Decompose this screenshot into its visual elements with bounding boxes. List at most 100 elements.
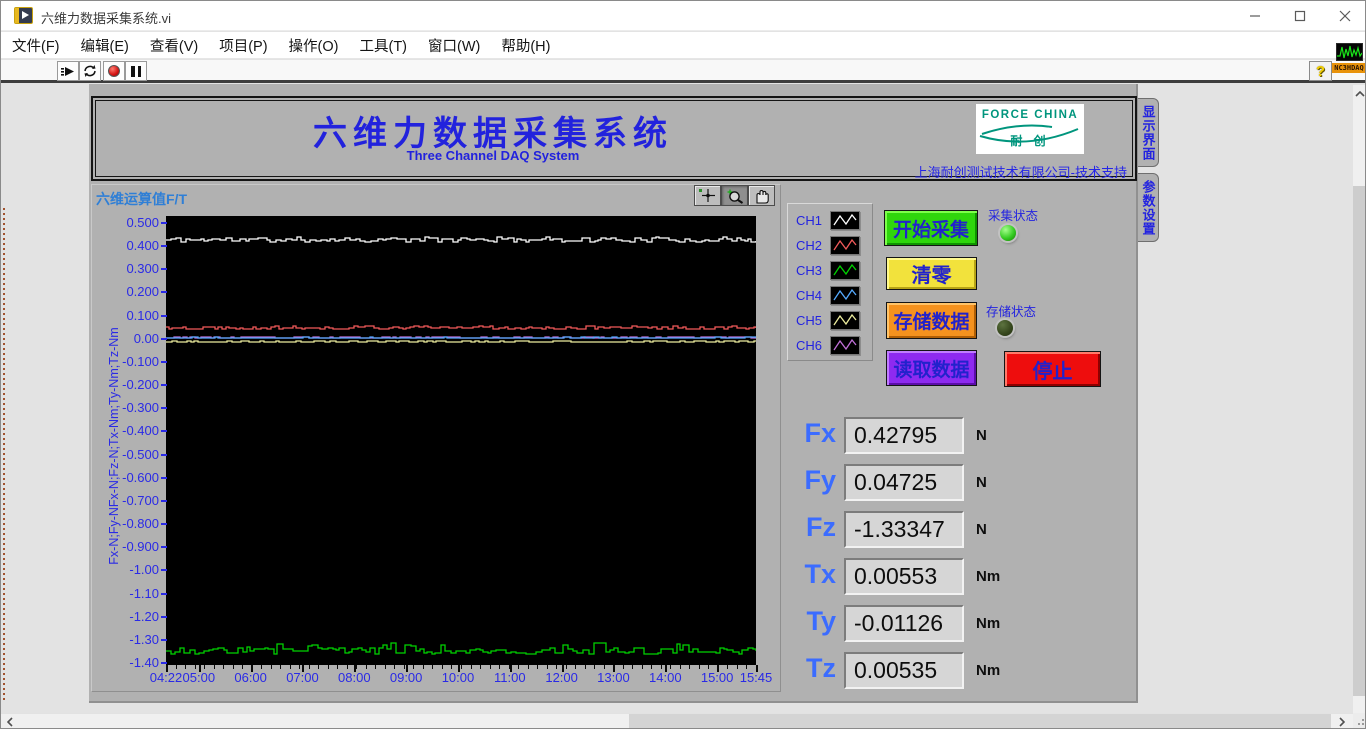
support-text: 上海耐创测试技术有限公司-技术支持 [914, 165, 1127, 180]
x-minor-tick [632, 665, 634, 669]
x-minor-tick [280, 665, 282, 669]
scroll-right-button[interactable] [1331, 714, 1353, 728]
trace-ch2 [166, 325, 756, 330]
chart-title: 六维运算值F/T [96, 191, 187, 207]
tab-display-interface[interactable]: 显示界面 [1138, 98, 1159, 167]
x-minor-tick [556, 665, 558, 669]
window-title: 六维力数据采集系统.vi [41, 11, 172, 26]
menu-project[interactable]: 项目(P) [219, 35, 267, 56]
tx-value[interactable]: 0.00553 [844, 558, 964, 595]
fy-value[interactable]: 0.04725 [844, 464, 964, 501]
abort-icon [108, 65, 120, 77]
legend-item-ch5[interactable]: CH5 [796, 308, 872, 333]
resize-grip[interactable] [1353, 713, 1365, 728]
pause-button[interactable] [125, 61, 147, 81]
x-minor-tick [346, 665, 348, 669]
fz-value[interactable]: -1.33347 [844, 511, 964, 548]
x-minor-tick [327, 665, 329, 669]
ty-value[interactable]: -0.01126 [844, 605, 964, 642]
menu-view[interactable]: 查看(V) [150, 35, 198, 56]
pan-tool-button[interactable] [748, 185, 775, 206]
x-minor-tick [289, 665, 291, 669]
x-minor-tick [698, 665, 700, 669]
x-minor-tick [375, 665, 377, 669]
legend-item-ch3[interactable]: CH3 [796, 258, 872, 283]
menu-help[interactable]: 帮助(H) [501, 35, 550, 56]
labview-vi-icon [14, 7, 33, 24]
menu-edit[interactable]: 编辑(E) [81, 35, 129, 56]
x-minor-tick [736, 665, 738, 669]
scroll-up-button[interactable] [1353, 85, 1365, 102]
tx-unit: Nm [976, 568, 1001, 585]
x-minor-tick [641, 665, 643, 669]
app-subtitle: Three Channel DAQ System [406, 148, 580, 163]
y-tick-mark [161, 592, 167, 595]
close-icon [1339, 10, 1350, 22]
chevron-up-icon [1355, 90, 1365, 97]
start-acquisition-button[interactable]: 开始采集 [884, 210, 978, 246]
y-tick-label: 0.400 [126, 238, 159, 254]
cursor-tool-button[interactable] [694, 185, 721, 206]
vi-icon-badge: NC3HDAQ [1332, 43, 1365, 74]
menu-file[interactable]: 文件(F) [12, 35, 60, 56]
store-data-button[interactable]: 存储数据 [886, 302, 977, 339]
horizontal-scrollbar[interactable] [1, 713, 1353, 728]
close-button[interactable] [1322, 1, 1365, 31]
legend-item-ch6[interactable]: CH6 [796, 333, 872, 358]
storage-status-led [997, 320, 1013, 336]
menu-tools[interactable]: 工具(T) [359, 35, 407, 56]
legend-item-ch4[interactable]: CH4 [796, 283, 872, 308]
context-help-button[interactable]: ? [1309, 61, 1332, 81]
y-tick-mark [161, 245, 167, 248]
x-minor-tick [480, 665, 482, 669]
continuous-run-button[interactable] [79, 61, 101, 81]
y-tick-label: 0.00 [133, 330, 159, 346]
run-button[interactable] [57, 61, 79, 81]
tab-parameter-settings[interactable]: 参数设置 [1138, 173, 1159, 242]
fx-value[interactable]: 0.42795 [844, 417, 964, 454]
zero-button[interactable]: 清零 [886, 257, 977, 290]
x-minor-tick [679, 665, 681, 669]
minimize-button[interactable] [1232, 1, 1277, 31]
vertical-scrollbar-thumb[interactable] [1353, 186, 1365, 696]
y-tick-mark [161, 523, 167, 526]
ty-unit: Nm [976, 615, 1001, 632]
x-minor-tick [337, 665, 339, 669]
scroll-left-button[interactable] [1, 714, 18, 728]
menu-window[interactable]: 窗口(W) [428, 35, 480, 56]
x-minor-tick [356, 665, 358, 669]
labview-window: 六维力数据采集系统.vi 文件(F) 编辑(E) 查看(V) 项目(P) 操作(… [0, 0, 1366, 729]
ch4-line-icon [830, 286, 860, 305]
zoom-tool-button[interactable] [721, 185, 748, 206]
tz-value[interactable]: 0.00535 [844, 652, 964, 689]
x-tick-label: 05:00 [182, 670, 216, 685]
panel-edge-marker [3, 208, 5, 702]
x-minor-tick [299, 665, 301, 669]
legend-item-ch2[interactable]: CH2 [796, 233, 872, 258]
magnifier-icon [727, 189, 743, 204]
x-minor-tick [422, 665, 424, 669]
crosshair-icon [698, 189, 715, 202]
x-minor-tick [441, 665, 443, 669]
tx-label: Tx [804, 559, 836, 589]
x-minor-tick [318, 665, 320, 669]
x-minor-tick [527, 665, 529, 669]
stop-button[interactable]: 停止 [1004, 351, 1101, 387]
y-tick-label: -1.20 [129, 608, 159, 624]
legend-item-ch1[interactable]: CH1 [796, 208, 872, 233]
read-data-button[interactable]: 读取数据 [886, 350, 977, 386]
vertical-scrollbar[interactable] [1353, 85, 1365, 728]
x-minor-tick [489, 665, 491, 669]
chart-plot[interactable] [166, 216, 756, 665]
menu-operate[interactable]: 操作(O) [289, 35, 339, 56]
x-minor-tick [461, 665, 462, 669]
horizontal-scrollbar-thumb[interactable] [629, 714, 1331, 728]
abort-button[interactable] [103, 61, 125, 81]
x-minor-tick [213, 665, 215, 669]
x-minor-tick [223, 665, 225, 669]
maximize-button[interactable] [1277, 1, 1322, 31]
x-minor-tick [660, 665, 662, 669]
x-minor-tick [403, 665, 405, 669]
x-minor-tick [308, 665, 310, 669]
ch5-line-icon [830, 311, 860, 330]
